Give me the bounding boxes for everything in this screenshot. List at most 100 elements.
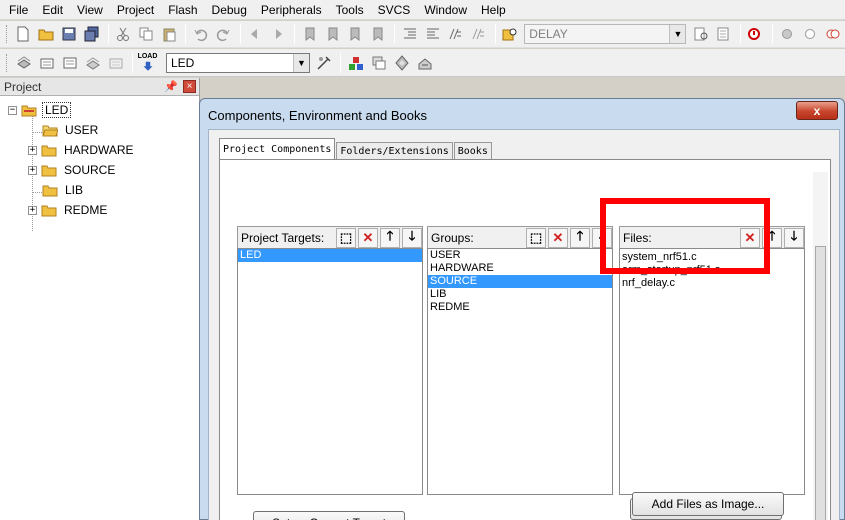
- paste-icon[interactable]: [159, 24, 180, 45]
- uncomment-icon[interactable]: [468, 24, 489, 45]
- open-folder-icon[interactable]: [36, 24, 57, 45]
- download-load-icon[interactable]: LOAD: [137, 52, 158, 73]
- tree-node-hardware[interactable]: + HARDWARE: [28, 141, 136, 159]
- toolbar-separator: [132, 52, 133, 73]
- browse-icon[interactable]: [713, 24, 734, 45]
- move-up-icon[interactable]: 🡑: [762, 227, 782, 248]
- menu-view[interactable]: View: [70, 1, 110, 19]
- tree-node-lib[interactable]: LIB: [42, 181, 85, 199]
- bookmark-next-icon[interactable]: [345, 24, 366, 45]
- breakpoint-icon[interactable]: [777, 24, 798, 45]
- unindent-icon[interactable]: [422, 24, 443, 45]
- chevron-down-icon[interactable]: ▼: [669, 25, 686, 43]
- redo-icon[interactable]: [213, 24, 234, 45]
- list-item[interactable]: arm_startup_nrf51.s: [620, 264, 804, 277]
- menu-project[interactable]: Project: [110, 1, 161, 19]
- move-up-icon[interactable]: 🡑: [570, 227, 590, 248]
- select-packs-icon[interactable]: [414, 52, 435, 73]
- target-combo[interactable]: LED ▼: [166, 52, 310, 73]
- nav-back-icon[interactable]: [245, 24, 266, 45]
- menu-debug[interactable]: Debug: [205, 1, 254, 19]
- tree-node-user[interactable]: USER: [42, 121, 100, 139]
- new-item-icon[interactable]: ⬚: [526, 227, 546, 248]
- undo-icon[interactable]: [190, 24, 211, 45]
- project-targets-list[interactable]: LED: [237, 248, 423, 495]
- set-current-target-button[interactable]: Set as Current Target: [253, 511, 405, 520]
- move-down-icon[interactable]: 🡓: [402, 227, 422, 248]
- new-file-icon[interactable]: [13, 24, 34, 45]
- list-item[interactable]: USER: [428, 249, 612, 262]
- move-down-icon[interactable]: 🡓: [784, 227, 804, 248]
- find-combo[interactable]: DELAY ▼: [524, 24, 687, 44]
- menu-file[interactable]: File: [2, 1, 35, 19]
- find-in-files-icon[interactable]: [500, 24, 521, 45]
- tree-node-label: REDME: [64, 203, 108, 217]
- cut-icon[interactable]: [113, 24, 134, 45]
- tab-books[interactable]: Books: [453, 142, 492, 160]
- delete-icon[interactable]: ✕: [358, 227, 378, 248]
- bookmark-prev-icon[interactable]: [322, 24, 343, 45]
- new-item-icon[interactable]: ⬚: [336, 227, 356, 248]
- move-up-icon[interactable]: 🡑: [380, 227, 400, 248]
- stop-build-icon[interactable]: [105, 52, 126, 73]
- add-files-as-image-button[interactable]: Add Files as Image...: [632, 492, 784, 516]
- tab-project-components[interactable]: Project Components: [219, 138, 336, 160]
- dialog-close-button[interactable]: x: [796, 101, 838, 120]
- bookmark-clear-icon[interactable]: [368, 24, 389, 45]
- manage-components-icon[interactable]: [345, 52, 366, 73]
- pack-installer-icon[interactable]: [391, 52, 412, 73]
- target-options-icon[interactable]: [313, 52, 334, 73]
- list-item[interactable]: nrf_delay.c: [620, 277, 804, 290]
- debug-session-icon[interactable]: [745, 24, 766, 45]
- expand-icon[interactable]: +: [28, 165, 37, 175]
- breakpoint-disabled-icon[interactable]: [800, 24, 821, 45]
- list-item[interactable]: HARDWARE: [428, 262, 612, 275]
- build-icon[interactable]: [36, 52, 57, 73]
- project-panel-title: Project: [4, 79, 42, 94]
- chevron-down-icon[interactable]: ▼: [293, 53, 309, 72]
- collapse-icon[interactable]: −: [8, 105, 17, 115]
- pin-icon[interactable]: 📌: [164, 80, 178, 94]
- save-icon[interactable]: [59, 24, 80, 45]
- delete-icon[interactable]: ✕: [548, 227, 568, 248]
- toolbar-grip[interactable]: [6, 53, 9, 72]
- nav-forward-icon[interactable]: [268, 24, 289, 45]
- tree-node-redme[interactable]: + REDME: [28, 201, 109, 219]
- move-down-icon[interactable]: 🡓: [592, 227, 612, 248]
- delete-icon[interactable]: ✕: [740, 227, 760, 248]
- copy-icon[interactable]: [136, 24, 157, 45]
- menu-edit[interactable]: Edit: [35, 1, 70, 19]
- indent-icon[interactable]: [399, 24, 420, 45]
- groups-list[interactable]: USER HARDWARE SOURCE LIB REDME: [427, 248, 613, 495]
- expand-icon[interactable]: +: [28, 205, 37, 215]
- comment-icon[interactable]: [445, 24, 466, 45]
- toolbar-grip[interactable]: [6, 25, 9, 43]
- list-item[interactable]: LED: [238, 249, 422, 262]
- rebuild-icon[interactable]: [59, 52, 80, 73]
- batch-build-icon[interactable]: [82, 52, 103, 73]
- translate-icon[interactable]: [13, 52, 34, 73]
- files-list[interactable]: system_nrf51.c arm_startup_nrf51.s nrf_d…: [619, 248, 805, 495]
- menu-svcs[interactable]: SVCS: [371, 1, 418, 19]
- file-extensions-icon[interactable]: [368, 52, 389, 73]
- close-icon[interactable]: ×: [183, 80, 196, 93]
- list-item[interactable]: system_nrf51.c: [620, 251, 804, 264]
- list-item[interactable]: SOURCE: [428, 275, 612, 288]
- tree-node-source[interactable]: + SOURCE: [28, 161, 117, 179]
- menu-help[interactable]: Help: [474, 1, 513, 19]
- list-item[interactable]: LIB: [428, 288, 612, 301]
- breakpoints-clear-icon[interactable]: [822, 24, 843, 45]
- menu-peripherals[interactable]: Peripherals: [254, 1, 329, 19]
- expand-icon[interactable]: +: [28, 145, 37, 155]
- incremental-find-icon[interactable]: [690, 24, 711, 45]
- menu-tools[interactable]: Tools: [329, 1, 371, 19]
- bookmark-icon[interactable]: [299, 24, 320, 45]
- scrollbar-thumb[interactable]: [815, 246, 826, 520]
- menu-flash[interactable]: Flash: [161, 1, 204, 19]
- tab-panel-scrollbar[interactable]: [813, 172, 828, 520]
- list-item[interactable]: REDME: [428, 301, 612, 314]
- menu-window[interactable]: Window: [417, 1, 474, 19]
- save-all-icon[interactable]: [81, 24, 102, 45]
- tab-folders-extensions[interactable]: Folders/Extensions: [336, 142, 453, 160]
- tree-node-led[interactable]: − LED: [8, 101, 72, 119]
